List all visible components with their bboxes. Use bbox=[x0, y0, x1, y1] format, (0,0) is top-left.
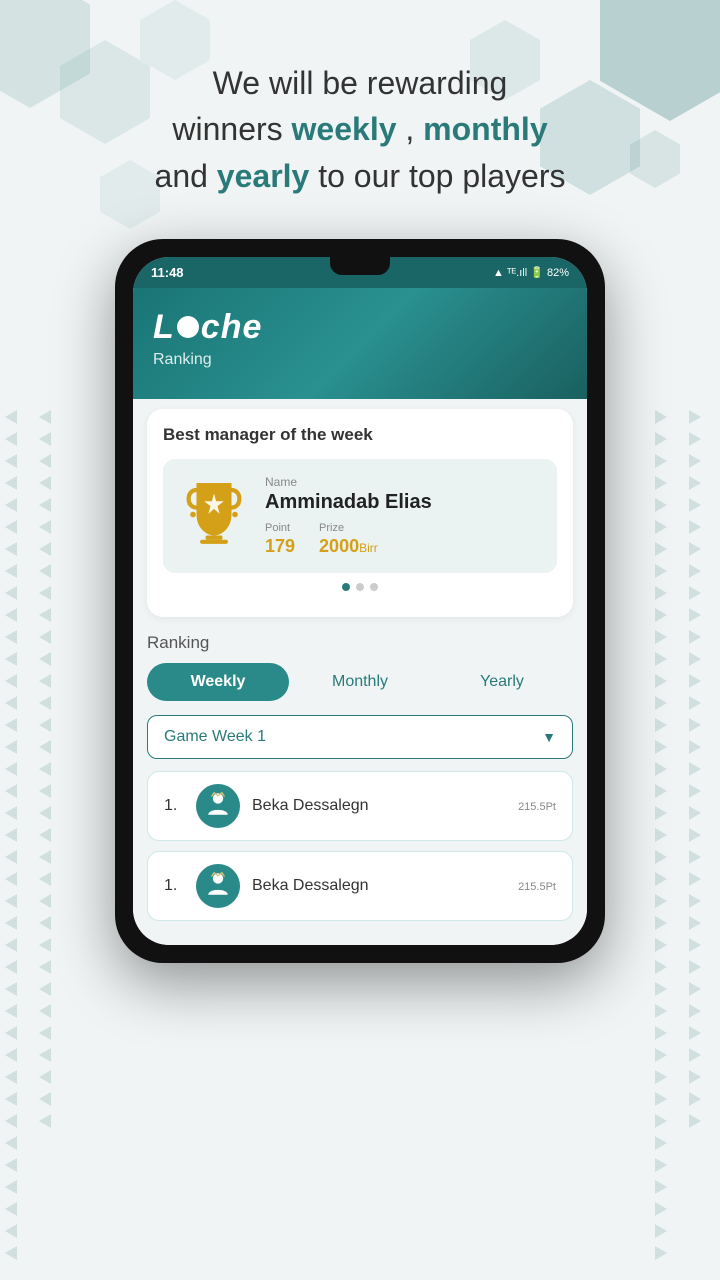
status-time: 11:48 bbox=[151, 265, 184, 280]
person-icon-1 bbox=[205, 790, 231, 822]
player-avatar-1 bbox=[196, 784, 240, 828]
dropdown-arrow-icon: ▼ bbox=[542, 729, 556, 745]
phone-notch bbox=[330, 257, 390, 275]
logo-ball-icon bbox=[177, 316, 199, 338]
phone-screen: 11:48 ▲ ᵀᴱ.ıll 🔋 82% Lche Ranking Best m… bbox=[133, 257, 587, 945]
app-content: Best manager of the week bbox=[133, 399, 587, 945]
monthly-highlight: monthly bbox=[423, 111, 547, 147]
point-stat: Point 179 bbox=[265, 522, 295, 557]
manager-details: Name Amminadab Elias Point 179 Prize bbox=[265, 475, 541, 557]
promo-line1: We will be rewarding bbox=[213, 65, 508, 101]
game-week-dropdown[interactable]: Game Week 1 ▼ bbox=[147, 715, 573, 759]
point-label: Point bbox=[265, 522, 295, 534]
tab-weekly[interactable]: Weekly bbox=[147, 663, 289, 701]
dot-inactive-1 bbox=[356, 583, 364, 591]
ranking-section-title: Ranking bbox=[147, 633, 573, 653]
prize-stat: Prize 2000Birr bbox=[319, 522, 378, 557]
weekly-highlight: weekly bbox=[292, 111, 397, 147]
ranking-section: Ranking Weekly Monthly Yearly Game Week … bbox=[147, 633, 573, 921]
tab-yearly[interactable]: Yearly bbox=[431, 663, 573, 701]
rank-item-2: 1. Beka Dessalegn bbox=[147, 851, 573, 921]
app-subtitle: Ranking bbox=[153, 351, 567, 369]
app-logo: Lche bbox=[153, 308, 567, 347]
dot-active bbox=[342, 583, 350, 591]
status-icons: ▲ ᵀᴱ.ıll 🔋 82% bbox=[493, 266, 569, 279]
manager-info-box: Name Amminadab Elias Point 179 Prize bbox=[163, 459, 557, 573]
prize-label: Prize bbox=[319, 522, 378, 534]
point-value: 179 bbox=[265, 536, 295, 557]
dot-inactive-2 bbox=[370, 583, 378, 591]
player-points-2: 215.5Pt bbox=[518, 877, 556, 895]
name-label: Name bbox=[265, 475, 541, 489]
rank-number-1: 1. bbox=[164, 797, 184, 815]
card-dots-indicator bbox=[163, 583, 557, 591]
dropdown-label: Game Week 1 bbox=[164, 728, 266, 746]
player-points-1: 215.5Pt bbox=[518, 797, 556, 815]
phone-mockup-container: 11:48 ▲ ᵀᴱ.ıll 🔋 82% Lche Ranking Best m… bbox=[0, 239, 720, 963]
trophy-icon bbox=[179, 476, 249, 556]
player-avatar-2 bbox=[196, 864, 240, 908]
rank-number-2: 1. bbox=[164, 877, 184, 895]
rank-item-1: 1. Beka Dessalegn bbox=[147, 771, 573, 841]
ranking-tabs[interactable]: Weekly Monthly Yearly bbox=[147, 663, 573, 701]
manager-name: Amminadab Elias bbox=[265, 491, 541, 514]
player-name-2: Beka Dessalegn bbox=[252, 877, 506, 895]
manager-stats: Point 179 Prize 2000Birr bbox=[265, 522, 541, 557]
yearly-highlight: yearly bbox=[217, 158, 310, 194]
app-header: Lche Ranking bbox=[133, 288, 587, 399]
phone-frame: 11:48 ▲ ᵀᴱ.ıll 🔋 82% Lche Ranking Best m… bbox=[115, 239, 605, 963]
person-icon-2 bbox=[205, 870, 231, 902]
tab-monthly[interactable]: Monthly bbox=[289, 663, 431, 701]
player-name-1: Beka Dessalegn bbox=[252, 797, 506, 815]
best-manager-title: Best manager of the week bbox=[163, 425, 557, 445]
prize-value: 2000Birr bbox=[319, 536, 378, 557]
promo-text: We will be rewarding winners weekly , mo… bbox=[0, 0, 720, 219]
best-manager-card: Best manager of the week bbox=[147, 409, 573, 617]
